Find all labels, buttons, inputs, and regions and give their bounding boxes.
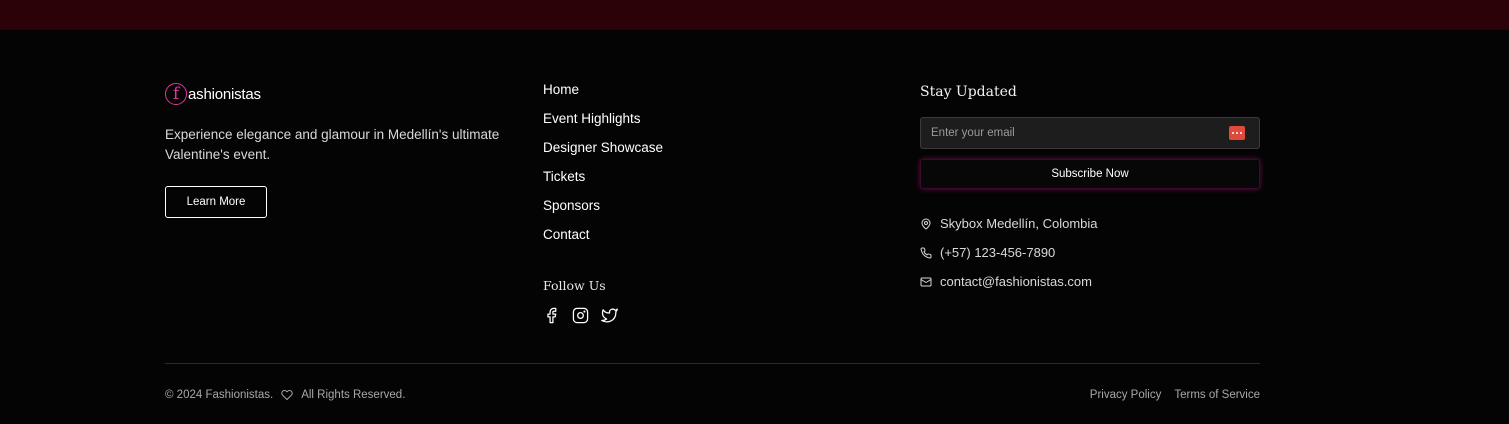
email-input[interactable] [921,118,1221,148]
follow-us-heading: Follow Us [543,278,606,293]
rights-text: All Rights Reserved. [301,389,406,401]
nav-link-designer-showcase[interactable]: Designer Showcase [543,139,663,168]
subscribe-button[interactable]: Subscribe Now [920,159,1260,189]
copyright: © 2024 Fashionistas. All Rights Reserved… [165,389,405,401]
logo-mark: f [165,83,187,105]
brand-logo[interactable]: f ashionistas [165,81,261,107]
address-text: Skybox Medellín, Colombia [940,216,1098,231]
contact-email: contact@fashionistas.com [920,267,1098,296]
nav-link-event-highlights[interactable]: Event Highlights [543,110,663,139]
contact-info: Skybox Medellín, Colombia (+57) 123-456-… [920,209,1098,296]
stay-updated-heading: Stay Updated [920,84,1017,100]
phone-icon [920,246,932,259]
mail-icon [920,276,932,288]
contact-address: Skybox Medellín, Colombia [920,209,1098,238]
learn-more-button[interactable]: Learn More [165,186,267,218]
heart-icon [281,389,293,401]
legal-links: Privacy Policy Terms of Service [1090,389,1260,401]
privacy-policy-link[interactable]: Privacy Policy [1090,389,1162,401]
social-links [543,307,618,324]
nav-link-contact[interactable]: Contact [543,226,663,255]
email-text[interactable]: contact@fashionistas.com [940,274,1092,289]
logo-text: ashionistas [188,85,261,103]
nav-link-sponsors[interactable]: Sponsors [543,197,663,226]
contact-phone: (+57) 123-456-7890 [920,238,1098,267]
terms-of-service-link[interactable]: Terms of Service [1174,389,1260,401]
map-pin-icon [920,218,932,230]
password-manager-icon[interactable] [1229,126,1245,140]
header-bottom-band [0,0,1509,31]
footer-nav: Home Event Highlights Designer Showcase … [543,81,663,255]
brand-tagline: Experience elegance and glamour in Medel… [165,127,500,162]
twitter-icon[interactable] [601,307,618,324]
nav-link-home[interactable]: Home [543,81,663,110]
instagram-icon[interactable] [572,307,589,324]
copyright-text: © 2024 Fashionistas. [165,389,274,401]
facebook-icon[interactable] [543,307,560,324]
nav-link-tickets[interactable]: Tickets [543,168,663,197]
phone-text[interactable]: (+57) 123-456-7890 [940,245,1055,260]
footer-divider [165,363,1260,364]
email-field-wrapper [920,117,1260,149]
